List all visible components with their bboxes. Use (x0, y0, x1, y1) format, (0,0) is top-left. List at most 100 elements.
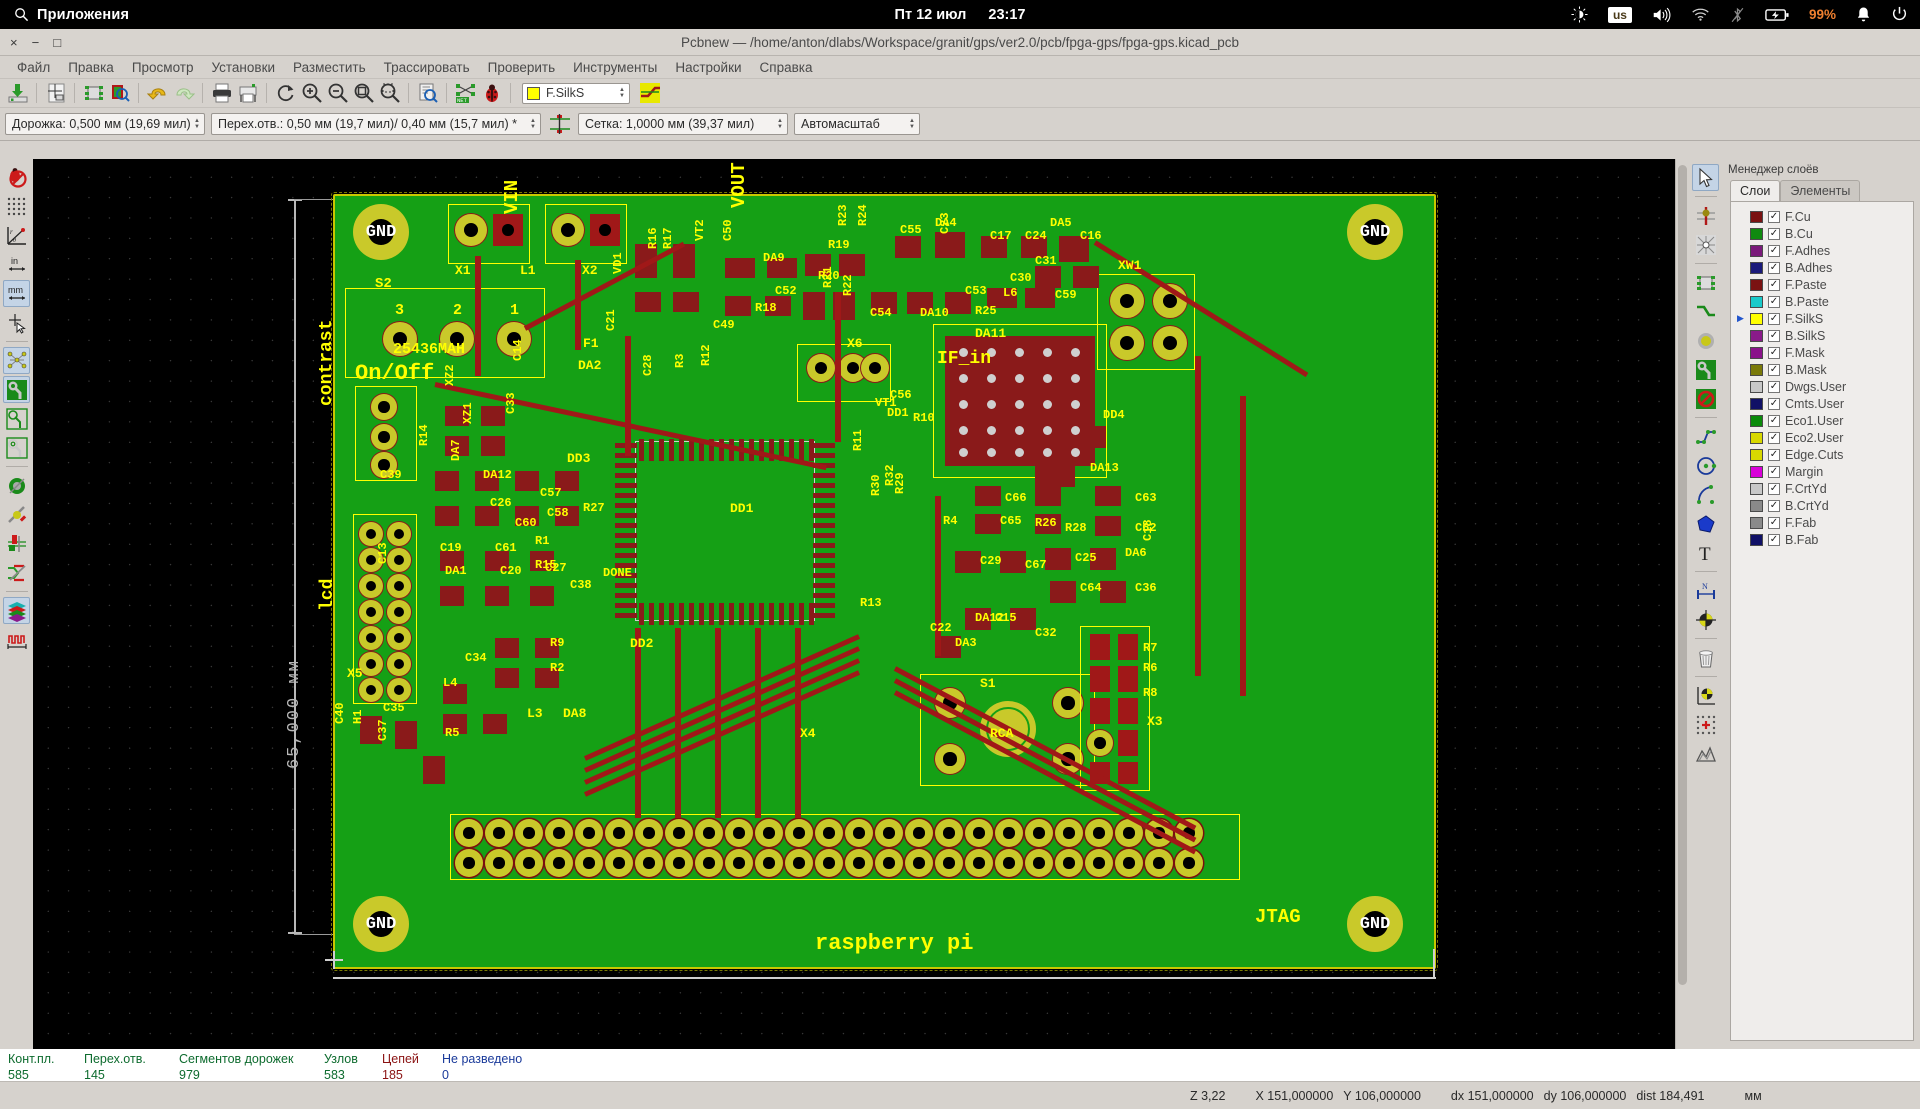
pad[interactable] (485, 819, 513, 847)
silkscreen-text[interactable]: X1 (455, 263, 471, 278)
layer-row-b-adhes[interactable]: ✓ B.Adhes (1731, 259, 1913, 276)
silkscreen-text[interactable]: DA4 (935, 216, 957, 230)
layer-visibility-checkbox[interactable]: ✓ (1768, 363, 1780, 376)
smd-pad[interactable] (495, 668, 519, 688)
silkscreen-text[interactable]: 1 (510, 302, 519, 319)
silkscreen-text[interactable]: C39 (380, 468, 402, 482)
smd-pad[interactable] (1035, 486, 1061, 506)
layer-color-swatch[interactable] (1750, 414, 1763, 427)
add-target-icon[interactable] (1692, 606, 1719, 633)
silkscreen-text[interactable]: C22 (930, 621, 952, 635)
silkscreen-text[interactable]: L3 (527, 706, 543, 721)
keyboard-layout-indicator[interactable]: us (1607, 6, 1632, 23)
chevron-updown-icon[interactable]: ▲ ▼ (194, 118, 202, 130)
pad[interactable] (359, 574, 383, 598)
smd-pad[interactable] (673, 292, 699, 312)
smd-pad[interactable] (975, 486, 1001, 506)
applications-menu-label[interactable]: Приложения (37, 7, 129, 23)
layer-visibility-checkbox[interactable]: ✓ (1768, 380, 1780, 393)
silkscreen-text[interactable]: X4 (800, 726, 816, 741)
pad[interactable] (1090, 666, 1110, 692)
silkscreen-text[interactable]: C34 (465, 651, 487, 665)
pad[interactable] (359, 600, 383, 624)
pad[interactable] (935, 819, 963, 847)
smd-pad[interactable] (423, 756, 445, 784)
track-sketch-icon[interactable] (3, 501, 30, 528)
layer-row-f-silks[interactable]: ▶ ✓ F.SilkS (1731, 310, 1913, 327)
menu-setup[interactable]: Установки (202, 58, 284, 77)
smd-pad[interactable] (530, 586, 554, 606)
pad[interactable] (387, 574, 411, 598)
silkscreen-text[interactable]: L6 (1003, 286, 1017, 300)
smd-pad[interactable] (1035, 266, 1061, 288)
set-drill-origin-icon[interactable] (1692, 711, 1719, 738)
pad[interactable] (635, 819, 663, 847)
pad[interactable] (1087, 730, 1113, 756)
silkscreen-text[interactable]: DA1 (445, 564, 467, 578)
menu-tools[interactable]: Инструменты (564, 58, 666, 77)
smd-pad[interactable] (1035, 461, 1075, 487)
chevron-updown-icon[interactable]: ▲ ▼ (530, 118, 538, 130)
pad-s1-2[interactable] (1053, 688, 1083, 718)
pad[interactable] (359, 678, 383, 702)
chevron-updown-icon[interactable]: ▲ ▼ (619, 87, 627, 99)
silkscreen-text[interactable]: DA5 (1050, 216, 1072, 230)
pad[interactable] (387, 522, 411, 546)
silkscreen-text[interactable]: C18 (1141, 519, 1155, 541)
layer-row-b-silks[interactable]: ✓ B.SilkS (1731, 327, 1913, 344)
silkscreen-text[interactable]: C24 (1025, 229, 1047, 243)
set-origin-icon[interactable] (1692, 682, 1719, 709)
silkscreen-text[interactable]: C37 (376, 719, 390, 741)
smd-pad[interactable] (481, 436, 505, 456)
local-ratsnest-icon[interactable] (1692, 231, 1719, 258)
via-sketch-icon[interactable] (3, 472, 30, 499)
pad[interactable] (1090, 698, 1110, 724)
silkscreen-text[interactable]: C38 (570, 578, 592, 592)
silkscreen-text[interactable]: VIN (501, 180, 523, 214)
save-board-icon[interactable] (5, 81, 30, 106)
silkscreen-text[interactable]: XZ1 (461, 402, 475, 424)
smd-pad[interactable] (440, 586, 464, 606)
units-inch-icon[interactable]: in (3, 251, 30, 278)
silkscreen-text[interactable]: DA10 (920, 306, 949, 320)
pad[interactable] (455, 849, 483, 877)
layer-row-f-crtyd[interactable]: ✓ F.CrtYd (1731, 480, 1913, 497)
silkscreen-text[interactable]: C29 (980, 554, 1002, 568)
silkscreen-text[interactable]: R14 (417, 424, 431, 446)
plot-icon[interactable] (235, 81, 260, 106)
menu-preferences[interactable]: Настройки (666, 58, 750, 77)
silkscreen-text[interactable]: C20 (500, 564, 522, 578)
silkscreen-text[interactable]: R7 (1143, 641, 1157, 655)
pad[interactable] (665, 819, 693, 847)
menu-route[interactable]: Трассировать (375, 58, 479, 77)
layer-row-f-cu[interactable]: ✓ F.Cu (1731, 208, 1913, 225)
pad[interactable] (1118, 730, 1138, 756)
silkscreen-text[interactable]: C40 (333, 702, 347, 724)
layer-row-b-crtyd[interactable]: ✓ B.CrtYd (1731, 497, 1913, 514)
menu-help[interactable]: Справка (751, 58, 822, 77)
smd-pad[interactable] (435, 471, 459, 491)
scrollbar-thumb[interactable] (1678, 165, 1687, 985)
zones-sketch-icon[interactable] (3, 434, 30, 461)
menu-view[interactable]: Просмотр (123, 58, 203, 77)
chevron-updown-icon[interactable]: ▲ ▼ (777, 118, 785, 130)
silkscreen-text[interactable]: R9 (550, 636, 564, 650)
silkscreen-text[interactable]: S2 (375, 276, 392, 292)
add-zone-icon[interactable] (1692, 356, 1719, 383)
smd-pad[interactable] (725, 258, 755, 278)
zoom-fit-icon[interactable] (351, 81, 376, 106)
tab-items[interactable]: Элементы (1780, 180, 1861, 201)
mount-hole-gnd-tl[interactable]: GND (353, 204, 409, 260)
layer-color-swatch[interactable] (1750, 346, 1763, 359)
silkscreen-text[interactable]: 25436MAH (393, 341, 465, 358)
silkscreen-text[interactable]: C55 (900, 223, 922, 237)
add-arc-icon[interactable] (1692, 481, 1719, 508)
select-tool-icon[interactable] (1692, 164, 1719, 191)
silkscreen-text[interactable]: R28 (1065, 521, 1087, 535)
silkscreen-text[interactable]: C21 (604, 309, 618, 331)
pad-xw1-3[interactable] (1110, 326, 1144, 360)
silkscreen-text[interactable]: R16 (646, 227, 660, 249)
system-time[interactable]: 23:17 (988, 7, 1025, 23)
silkscreen-text[interactable]: C58 (547, 506, 569, 520)
silkscreen-text[interactable]: C17 (990, 229, 1012, 243)
